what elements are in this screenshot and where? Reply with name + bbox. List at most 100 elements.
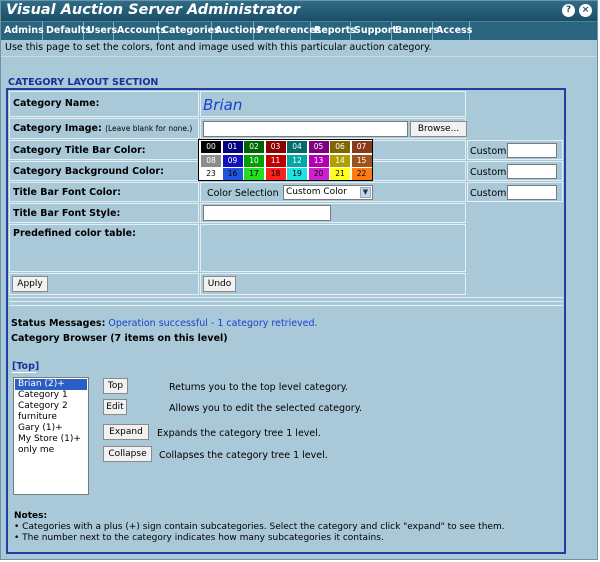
title-bar-custom-input[interactable] [507, 143, 557, 158]
category-name-value: Brian [203, 96, 243, 114]
color-swatch[interactable]: 06 [330, 141, 350, 153]
category-image-hint: (Leave blank for none.) [105, 124, 193, 133]
list-item[interactable]: Category 2 [15, 401, 87, 412]
list-item: • Categories with a plus (+) sign contai… [14, 522, 505, 532]
color-swatch[interactable]: 17 [244, 168, 264, 180]
color-swatch[interactable]: 03 [265, 141, 286, 153]
top-description: Returns you to the top level category. [169, 382, 348, 393]
color-swatch[interactable]: 13 [308, 154, 329, 167]
font-color-select-value: Custom Color [286, 187, 347, 197]
background-color-label: Category Background Color: [13, 166, 164, 177]
undo-button[interactable]: Undo [203, 276, 236, 292]
admin-window: Visual Auction Server Administrator ? × … [0, 0, 598, 560]
menu-categories[interactable]: Categories [159, 22, 220, 40]
list-item[interactable]: My Store (1)+ [15, 434, 87, 445]
color-swatch[interactable]: 15 [351, 154, 372, 167]
color-swatch[interactable]: 07 [351, 141, 372, 153]
menu-admins[interactable]: Admins [1, 22, 44, 40]
close-icon[interactable]: × [579, 4, 592, 17]
menu-preferences[interactable]: Preferences [254, 22, 321, 40]
main-menu: Admins Defaults Users Accounts Categorie… [1, 21, 597, 40]
help-icon[interactable]: ? [562, 4, 575, 17]
menu-banners[interactable]: Banners [392, 22, 439, 40]
titlebar-color-label-cell: Category Title Bar Color: [9, 140, 199, 160]
color-swatch[interactable]: 04 [287, 141, 307, 153]
font-style-input[interactable] [203, 205, 331, 221]
color-swatch[interactable]: 00 [201, 141, 221, 153]
expand-description: Expands the category tree 1 level. [157, 428, 321, 439]
predefined-table-cell [200, 224, 466, 272]
divider [12, 372, 36, 373]
divider [9, 305, 563, 306]
name-label-cell: Category Name: [9, 91, 199, 117]
collapse-description: Collapses the category tree 1 level. [159, 450, 328, 461]
color-swatch[interactable]: 10 [244, 154, 264, 167]
color-swatch[interactable]: 19 [287, 168, 307, 180]
image-label-cell: Category Image: (Leave blank for none.) [9, 118, 199, 139]
list-item[interactable]: Category 1 [15, 390, 87, 401]
background-custom-input[interactable] [507, 164, 557, 179]
list-item[interactable]: only me [15, 445, 87, 456]
image-value-cell: Browse... [200, 118, 467, 139]
undo-cell: Undo [200, 273, 466, 295]
apply-button[interactable]: Apply [12, 276, 48, 292]
browse-button[interactable]: Browse... [410, 121, 467, 137]
notes-title: Notes: [14, 511, 48, 521]
menu-reports[interactable]: Reports [311, 22, 356, 40]
note-text: The number next to the category indicate… [22, 533, 384, 543]
menu-auctions[interactable]: Auctions [212, 22, 262, 40]
edit-button[interactable]: Edit [103, 399, 127, 415]
top-button[interactable]: Top [103, 378, 128, 394]
title-bar: Visual Auction Server Administrator ? × [1, 1, 597, 21]
color-swatch[interactable]: 11 [265, 154, 286, 167]
page-description: Use this page to set the colors, font an… [5, 42, 432, 53]
menu-defaults[interactable]: Defaults [43, 22, 91, 40]
status-label: Status Messages: [11, 318, 106, 329]
color-swatch[interactable]: 20 [308, 168, 329, 180]
category-image-label: Category Image: (Leave blank for none.) [13, 123, 192, 134]
status-message: Operation successful - 1 category retrie… [108, 318, 318, 329]
color-swatch[interactable]: 22 [351, 168, 372, 180]
menu-support[interactable]: Support [351, 22, 397, 40]
menu-accounts[interactable]: Accounts [114, 22, 166, 40]
collapse-button[interactable]: Collapse [103, 446, 152, 462]
category-browser-title: Category Browser (7 items on this level) [11, 333, 228, 344]
color-swatch[interactable]: 01 [222, 141, 243, 153]
font-color-select[interactable]: Custom Color ▼ [283, 185, 373, 200]
menu-users[interactable]: Users [84, 22, 117, 40]
note-text: Categories with a plus (+) sign contain … [22, 522, 505, 532]
list-item[interactable]: Brian (2)+ [15, 379, 87, 390]
chevron-down-icon: ▼ [360, 187, 371, 198]
font-color-label-cell: Title Bar Font Color: [9, 182, 199, 202]
color-swatch[interactable]: 08 [201, 154, 221, 167]
category-listbox[interactable]: Brian (2)+ Category 1 Category 2 furnitu… [13, 377, 89, 495]
expand-button[interactable]: Expand [103, 424, 149, 440]
predefined-label-cell: Predefined color table: [9, 224, 199, 272]
color-swatch[interactable]: 05 [308, 141, 329, 153]
color-swatch[interactable]: 23 [201, 168, 221, 180]
custom-label: Custom [470, 188, 507, 199]
category-name-label: Category Name: [13, 98, 100, 109]
menu-access[interactable]: Access [433, 22, 472, 40]
list-item[interactable]: furniture [15, 412, 87, 423]
color-swatch[interactable]: 02 [244, 141, 264, 153]
divider [9, 297, 563, 302]
color-swatch[interactable]: 12 [287, 154, 307, 167]
apply-cell: Apply [9, 273, 199, 295]
title-bar-color-label: Category Title Bar Color: [13, 145, 146, 156]
app-title: Visual Auction Server Administrator [6, 2, 301, 18]
background-custom-cell: Custom [467, 161, 563, 181]
color-swatch[interactable]: 09 [222, 154, 243, 167]
color-swatch[interactable]: 14 [330, 154, 350, 167]
color-swatch[interactable]: 18 [265, 168, 286, 180]
custom-label: Custom [470, 167, 507, 178]
category-image-input[interactable] [203, 121, 408, 137]
font-style-label-cell: Title Bar Font Style: [9, 203, 199, 223]
color-swatch[interactable]: 21 [330, 168, 350, 180]
font-color-custom-input[interactable] [507, 185, 557, 200]
category-image-label-text: Category Image: [13, 123, 102, 134]
section-heading: CATEGORY LAYOUT SECTION [8, 77, 159, 88]
color-swatch[interactable]: 16 [222, 168, 243, 180]
list-item[interactable]: Gary (1)+ [15, 423, 87, 434]
top-link[interactable]: [Top] [12, 361, 39, 372]
